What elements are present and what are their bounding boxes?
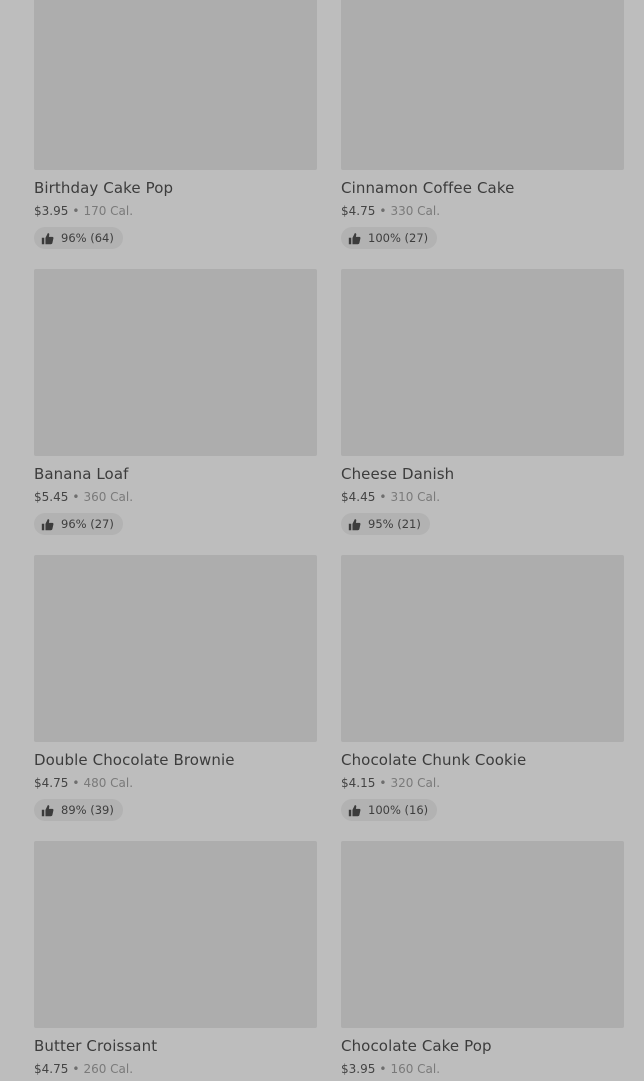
item-price: $3.95	[341, 1062, 376, 1076]
meta-separator: •	[72, 204, 80, 218]
rating-value: 100% (16)	[368, 803, 429, 817]
item-meta: $4.75 • 260 Cal.	[34, 1061, 133, 1077]
thumbs-up-icon	[348, 232, 361, 244]
item-calories: 320 Cal.	[390, 776, 441, 790]
item-image[interactable]	[341, 269, 624, 456]
thumbs-up-icon	[41, 518, 54, 530]
rating-value: 100% (27)	[368, 231, 429, 245]
item-image[interactable]	[341, 0, 624, 170]
item-price: $5.45	[34, 490, 69, 504]
rating-badge: 95% (21)	[341, 513, 430, 535]
thumbs-up-icon	[41, 804, 54, 816]
item-meta: $3.95 • 170 Cal.	[34, 203, 133, 219]
meta-separator: •	[72, 490, 80, 504]
rating-badge: 100% (27)	[341, 227, 438, 249]
item-price: $4.75	[34, 776, 69, 790]
item-meta: $4.75 • 330 Cal.	[341, 203, 440, 219]
menu-item-card[interactable]: Cheese Danish $4.45 • 310 Cal. 95% (21)	[341, 269, 624, 535]
item-name[interactable]: Chocolate Chunk Cookie	[341, 751, 526, 769]
item-image[interactable]	[341, 841, 624, 1028]
thumbs-up-icon	[348, 518, 361, 530]
item-name[interactable]: Double Chocolate Brownie	[34, 751, 235, 769]
menu-item-card[interactable]: Chocolate Chunk Cookie $4.15 • 320 Cal. 10…	[341, 555, 624, 821]
meta-separator: •	[379, 204, 387, 218]
item-calories: 260 Cal.	[83, 1062, 134, 1076]
rating-value: 96% (64)	[61, 231, 114, 245]
rating-badge: 96% (27)	[34, 513, 123, 535]
item-meta: $4.45 • 310 Cal.	[341, 489, 440, 505]
item-name[interactable]: Cinnamon Coffee Cake	[341, 179, 514, 197]
menu-item-card[interactable]: Banana Loaf $5.45 • 360 Cal. 96% (27)	[34, 269, 317, 535]
item-image[interactable]	[34, 0, 317, 170]
item-meta: $5.45 • 360 Cal.	[34, 489, 133, 505]
item-calories: 480 Cal.	[83, 776, 134, 790]
menu-item-grid: Birthday Cake Pop $3.95 • 170 Cal. 96% (64…	[0, 0, 644, 1081]
thumbs-up-icon	[41, 232, 54, 244]
item-calories: 170 Cal.	[83, 204, 134, 218]
meta-separator: •	[72, 776, 80, 790]
item-price: $4.75	[34, 1062, 69, 1076]
item-name[interactable]: Cheese Danish	[341, 465, 454, 483]
thumbs-up-icon	[348, 804, 361, 816]
item-calories: 310 Cal.	[390, 490, 441, 504]
meta-separator: •	[379, 490, 387, 504]
item-calories: 360 Cal.	[83, 490, 134, 504]
rating-value: 89% (39)	[61, 803, 114, 817]
item-name[interactable]: Birthday Cake Pop	[34, 179, 173, 197]
item-image[interactable]	[341, 555, 624, 742]
rating-badge: 89% (39)	[34, 799, 123, 821]
item-meta: $4.15 • 320 Cal.	[341, 775, 440, 791]
rating-badge: 100% (16)	[341, 799, 438, 821]
item-price: $4.15	[341, 776, 376, 790]
item-name[interactable]: Banana Loaf	[34, 465, 129, 483]
item-name[interactable]: Chocolate Cake Pop	[341, 1037, 492, 1055]
rating-value: 96% (27)	[61, 517, 114, 531]
menu-item-card[interactable]: Chocolate Cake Pop $3.95 • 160 Cal.	[341, 841, 624, 1081]
meta-separator: •	[72, 1062, 80, 1076]
menu-item-card[interactable]: Birthday Cake Pop $3.95 • 170 Cal. 96% (64…	[34, 0, 317, 249]
menu-item-card[interactable]: Cinnamon Coffee Cake $4.75 • 330 Cal. 100%…	[341, 0, 624, 249]
item-image[interactable]	[34, 841, 317, 1028]
item-image[interactable]	[34, 555, 317, 742]
item-price: $3.95	[34, 204, 69, 218]
menu-item-card[interactable]: Butter Croissant $4.75 • 260 Cal.	[34, 841, 317, 1081]
rating-badge: 96% (64)	[34, 227, 123, 249]
item-calories: 330 Cal.	[390, 204, 441, 218]
item-price: $4.75	[341, 204, 376, 218]
menu-item-card[interactable]: Double Chocolate Brownie $4.75 • 480 Cal. …	[34, 555, 317, 821]
item-name[interactable]: Butter Croissant	[34, 1037, 157, 1055]
rating-value: 95% (21)	[368, 517, 421, 531]
item-meta: $3.95 • 160 Cal.	[341, 1061, 440, 1077]
item-calories: 160 Cal.	[390, 1062, 441, 1076]
item-price: $4.45	[341, 490, 376, 504]
meta-separator: •	[379, 776, 387, 790]
item-image[interactable]	[34, 269, 317, 456]
item-meta: $4.75 • 480 Cal.	[34, 775, 133, 791]
meta-separator: •	[379, 1062, 387, 1076]
